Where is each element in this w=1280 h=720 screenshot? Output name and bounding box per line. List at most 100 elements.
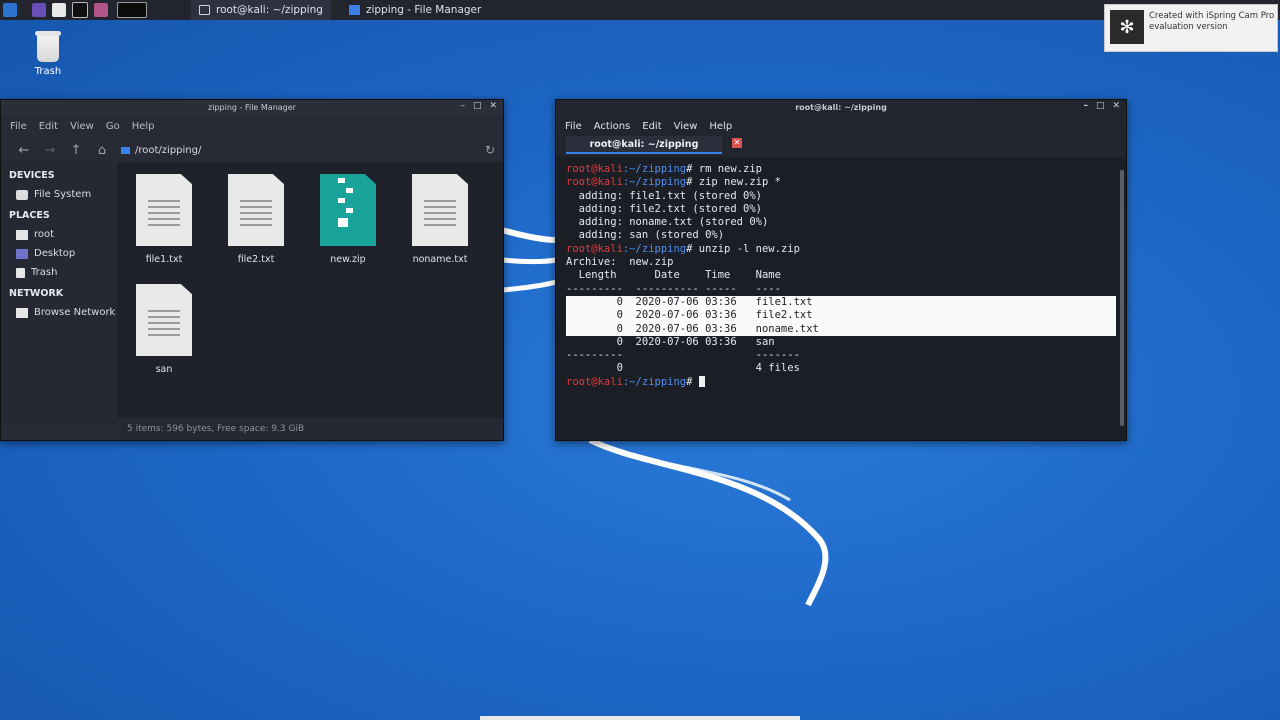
scrollbar[interactable] [1120,170,1124,426]
prompt-user: root@kali [566,176,623,189]
workspace-switcher-icon[interactable] [117,2,147,18]
desktop-trash[interactable]: Trash [20,31,76,77]
term-menu-edit[interactable]: Edit [642,121,661,132]
file-view: file1.txt file2.txt new.zip noname.txt s… [117,162,503,424]
watermark-notice: ✻ Created with iSpring Cam Pro evaluatio… [1104,4,1278,52]
terminal-output-line: adding: noname.txt (stored 0%) [566,216,769,229]
workspace-icon[interactable] [32,3,46,17]
term-menu-view[interactable]: View [674,121,698,132]
desktop-icon [16,248,28,259]
command-text: unzip -l new.zip [692,242,800,255]
folder-icon [121,146,130,154]
terminal-tab[interactable]: root@kali: ~/zipping ✕ [566,136,742,154]
file-name: san [155,364,173,375]
terminal-command-line: root@kali:~/zipping# rm new.zip [566,163,1116,176]
file-name: noname.txt [412,254,468,265]
sidebar-item-browse-network[interactable]: Browse Network [1,303,117,322]
kali-menu-icon[interactable] [3,3,17,17]
terminal-output-line: --------- ------- [566,349,800,362]
fm-sidebar: DEVICES File System PLACES root Desktop … [1,162,117,424]
sidebar-item-root[interactable]: root [1,225,117,244]
maximize-icon[interactable]: □ [473,101,482,111]
file-item-file1[interactable]: file1.txt [129,174,199,265]
prompt-user: root@kali [566,163,623,175]
file-item-new-zip[interactable]: new.zip [313,174,383,265]
term-menu-file[interactable]: File [565,121,582,132]
folder-icon [16,229,28,240]
terminal-window: root@kali: ~/zipping – □ ✕ File Actions … [555,99,1127,441]
file-name: new.zip [330,254,366,265]
home-icon[interactable]: ⌂ [89,143,115,158]
sidebar-item-label: Trash [31,267,58,278]
fm-menu-go[interactable]: Go [106,121,120,132]
forward-arrow-icon[interactable]: → [37,143,63,158]
close-icon[interactable]: ✕ [1112,101,1120,111]
browser-launcher-icon[interactable] [94,3,108,17]
term-menu-help[interactable]: Help [709,121,732,132]
fm-menubar: File Edit View Go Help [1,115,503,137]
fm-toolbar: ← → ↑ ⌂ /root/zipping/ ↻ [1,137,503,163]
up-arrow-icon[interactable]: ↑ [63,143,89,158]
prompt-path: :~/zipping [622,176,687,189]
terminal-tab-label: root@kali: ~/zipping [589,138,699,150]
terminal-output-line: adding: file1.txt (stored 0%) [566,189,762,202]
fm-menu-help[interactable]: Help [132,121,155,132]
notice-line2: evaluation version [1149,22,1228,32]
fm-menu-edit[interactable]: Edit [39,121,58,132]
file-item-file2[interactable]: file2.txt [221,174,291,265]
sidebar-item-file-system[interactable]: File System [1,185,117,204]
minimize-icon[interactable]: – [1083,101,1088,111]
file-item-noname[interactable]: noname.txt [405,174,475,265]
terminal-output-line: 0 4 files [566,362,800,375]
prompt-user: root@kali [566,242,623,255]
terminal-output-line: 0 2020-07-06 03:36 san [566,335,775,348]
reload-icon[interactable]: ↻ [485,143,495,157]
prompt-path: :~/zipping [622,163,687,175]
prompt-user: root@kali [566,375,623,388]
terminal-command-line: root@kali:~/zipping# unzip -l new.zip [566,243,1116,256]
file-item-san[interactable]: san [129,284,199,375]
sidebar-item-label: File System [34,189,92,200]
term-menu-actions[interactable]: Actions [594,121,631,132]
terminal-output-line: 0 2020-07-06 03:36 file1.txt [566,295,1116,310]
taskbar-file-manager-label: zipping - File Manager [365,4,482,16]
file-manager-window: zipping - File Manager – □ ✕ File Edit V… [0,99,504,441]
sidebar-item-label: root [34,229,55,240]
file-name: file1.txt [145,254,183,265]
terminal-command-line: root@kali:~/zipping# zip new.zip * [566,176,1116,189]
fm-titlebar[interactable]: zipping - File Manager – □ ✕ [1,100,503,115]
close-tab-icon[interactable]: ✕ [732,138,742,148]
taskbar-terminal[interactable]: root@kali: ~/zipping [191,0,331,20]
taskbar-file-manager[interactable]: zipping - File Manager [341,0,489,20]
terminal-launcher-icon[interactable] [72,2,88,18]
sidebar-item-desktop[interactable]: Desktop [1,244,117,263]
text-file-icon [136,284,192,356]
fm-menu-view[interactable]: View [70,121,94,132]
maximize-icon[interactable]: □ [1096,101,1105,111]
drive-icon [16,189,28,200]
prompt-path: :~/zipping [622,375,687,388]
location-bar[interactable]: /root/zipping/ ↻ [121,140,495,160]
desktop-trash-label: Trash [34,66,62,77]
minimize-icon[interactable]: – [460,101,465,111]
status-text: 5 items: 596 bytes, Free space: 9.3 GiB [127,424,305,434]
taskbar-terminal-label: root@kali: ~/zipping [216,4,323,16]
fm-title: zipping - File Manager [208,103,296,112]
command-text: rm new.zip [692,163,762,175]
terminal-output[interactable]: root@kali:~/zipping# rm new.zip root@kali… [556,157,1126,440]
sidebar-header-network: NETWORK [9,288,64,299]
terminal-titlebar[interactable]: root@kali: ~/zipping – □ ✕ [556,100,1126,115]
fm-menu-file[interactable]: File [10,121,27,132]
back-arrow-icon[interactable]: ← [11,143,37,158]
close-icon[interactable]: ✕ [489,101,497,111]
sidebar-header-devices: DEVICES [9,170,55,181]
file-manager-launcher-icon[interactable] [52,3,66,17]
network-icon [16,307,28,318]
prompt-path: :~/zipping [622,242,687,255]
text-file-icon [228,174,284,246]
terminal-command-line: root@kali:~/zipping# [566,376,1116,389]
location-path: /root/zipping/ [135,144,202,156]
fm-statusbar: 5 items: 596 bytes, Free space: 9.3 GiB [117,418,503,440]
sidebar-item-trash[interactable]: Trash [1,263,117,282]
terminal-output-line: Length Date Time Name [566,269,781,282]
